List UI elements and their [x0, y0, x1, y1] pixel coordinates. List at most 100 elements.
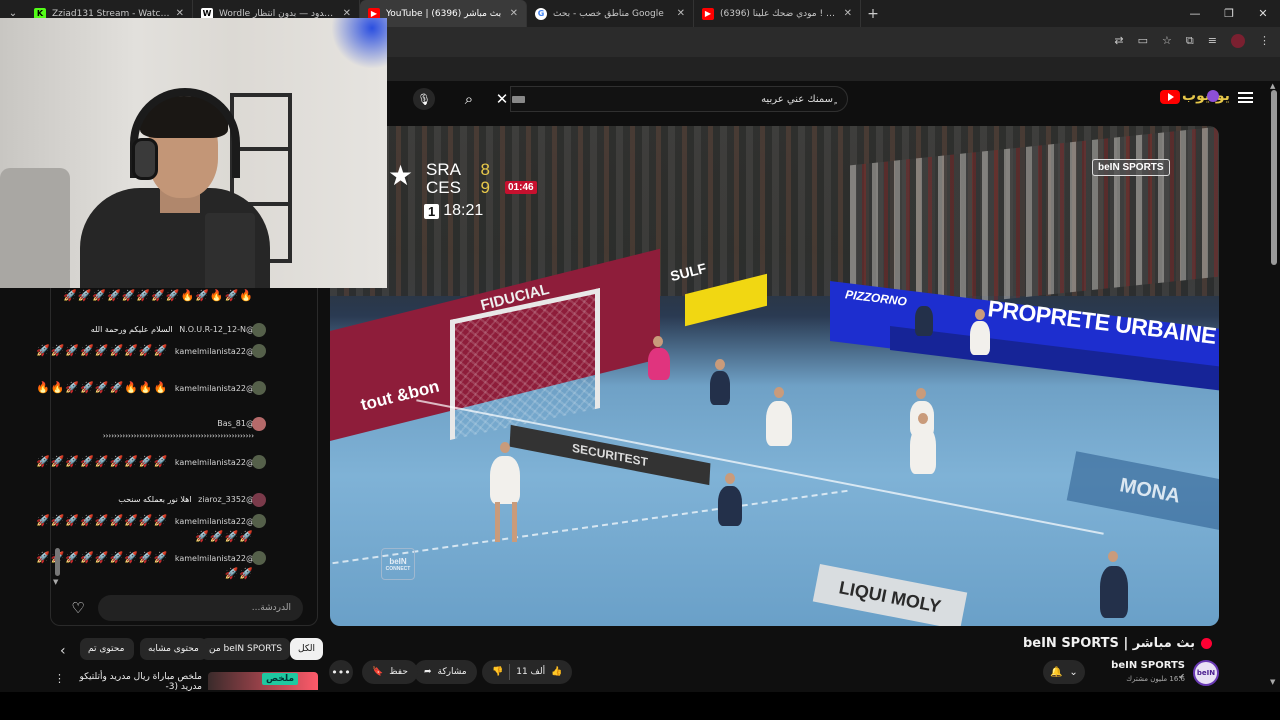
clear-search-icon[interactable]: ✕ [492, 88, 512, 110]
tab-title: (6396) مودي ضحك علينا ! 😂 💗 [720, 8, 838, 19]
chat-avatar[interactable] [252, 514, 266, 528]
player-head [715, 359, 725, 370]
share-icon: ➦ [424, 667, 432, 677]
recommendation-title[interactable]: ملخص مباراة ريال مدريد وأتلتيكو مدريد (3… [62, 672, 202, 694]
close-icon[interactable]: ✕ [844, 8, 852, 19]
browser-menu-icon[interactable]: ⋮ [1259, 34, 1270, 48]
floor-ad-liquimoly: LIQUI MOLY [812, 564, 968, 626]
clock-time: 18:21 [443, 202, 484, 219]
team1-score: 8 [480, 160, 490, 179]
share-label: مشاركة [437, 667, 467, 677]
chevron-left-icon[interactable]: ‹ [60, 643, 66, 659]
chat-message-text: السلام عليكم ورحمة الله [90, 325, 173, 334]
bookmark-star-icon[interactable]: ☆ [1162, 34, 1172, 48]
chat-message: @kamelmilanista22 🚀🚀🚀🚀🚀🚀🚀🚀🚀 [28, 343, 266, 359]
search-icon[interactable]: ⌕ [456, 86, 482, 112]
chat-message: @kamelmilanista22 🚀🚀🚀🚀🚀🚀🚀🚀🚀🚀🚀 [28, 550, 266, 582]
chat-username[interactable]: @kamelmilanista22 [175, 384, 254, 393]
player-dark-far [915, 306, 933, 336]
close-icon[interactable]: ✕ [677, 8, 685, 19]
chat-avatar[interactable] [252, 381, 266, 395]
chat-message-text: 🔥🔥🔥🚀🚀🚀🚀🔥🔥 [36, 381, 169, 394]
bookmarks-bar [387, 57, 1280, 81]
microphone-icon [205, 213, 255, 288]
chat-avatar[interactable] [252, 551, 266, 565]
chat-username[interactable]: @ziaroz_3352 [198, 495, 254, 504]
minimize-button[interactable]: — [1178, 0, 1212, 27]
player-dark-foreground [1100, 566, 1128, 618]
player-head [916, 388, 926, 399]
chat-username[interactable]: @kamelmilanista22 [175, 458, 254, 467]
maximize-button[interactable]: ❐ [1212, 0, 1246, 27]
chat-input[interactable]: الدردشة... [98, 595, 303, 621]
extensions-icon[interactable]: ⧉ [1186, 34, 1194, 48]
save-button[interactable]: 🔖 حفظ [362, 660, 418, 684]
new-tab-button[interactable]: + [861, 6, 885, 22]
close-window-button[interactable]: ✕ [1246, 0, 1280, 27]
search-input[interactable]: ٍسمنك عني عربيه [510, 86, 848, 112]
player-dark [710, 371, 730, 405]
chat-avatar[interactable] [252, 417, 266, 431]
chip-watched[interactable]: محتوى تم [80, 638, 134, 660]
chat-username[interactable]: @kamelmilanista22 [175, 347, 254, 356]
page-scrollbar[interactable] [1271, 90, 1277, 265]
video-player[interactable]: PROPRETE URBAINE PIZZORNO FIDUCIAL SULF … [330, 126, 1219, 626]
save-label: حفظ [389, 667, 408, 677]
subscribe-bell-button[interactable]: 🔔 ⌄ [1043, 660, 1085, 684]
chip-all[interactable]: الكل [290, 638, 324, 660]
player-head [918, 413, 928, 424]
voice-search-icon[interactable]: 🎙 [413, 88, 435, 110]
chat-username[interactable]: @N.O.U.R-12_12-N [179, 325, 254, 334]
scroll-down-icon[interactable]: ▼ [53, 578, 58, 586]
chat-avatar[interactable] [252, 344, 266, 358]
profile-avatar[interactable] [1231, 34, 1245, 48]
browser-tab-youtube-2[interactable]: ▶ (6396) مودي ضحك علينا ! 😂 💗 ✕ [694, 0, 861, 27]
chat-username[interactable]: @kamelmilanista22 [175, 554, 254, 563]
channel-name-text[interactable]: beIN SPORTS [1111, 660, 1185, 671]
chip-from-channel[interactable]: من beIN SPORTS [201, 638, 291, 660]
goalkeeper-player [648, 348, 670, 380]
keyboard-icon[interactable] [512, 96, 525, 103]
player-head [653, 336, 663, 347]
youtube-logo-icon[interactable] [1160, 90, 1180, 104]
chat-username[interactable]: @kamelmilanista22 [175, 517, 254, 526]
share-button[interactable]: ➦ مشاركة [414, 660, 477, 684]
like-count[interactable]: 11 ألف [516, 667, 545, 677]
chat-scrollbar[interactable] [55, 548, 60, 576]
chat-avatar[interactable] [252, 493, 266, 507]
cast-icon[interactable]: ▭ [1138, 34, 1148, 48]
translate-icon[interactable]: ⇄ [1114, 34, 1123, 48]
youtube-wordmark[interactable]: يوتيوب [1182, 88, 1230, 104]
gaming-chair [0, 168, 70, 288]
tab-title: مناطق خصب - بحث Google [553, 8, 664, 19]
menu-icon[interactable] [1238, 92, 1253, 103]
suspension-timer: 01:46 [505, 181, 537, 194]
more-actions-button[interactable]: ••• [329, 660, 353, 684]
tab-title: YouTube | بث مباشر (6396) [386, 8, 502, 19]
dislike-icon[interactable]: 👎 [492, 667, 503, 677]
chat-avatar[interactable] [252, 323, 266, 337]
chat-avatar[interactable] [252, 455, 266, 469]
youtube-icon: ▶ [702, 7, 714, 20]
tab-title: Wordle بلا حدود — بدون انتظار [219, 8, 337, 19]
more-vert-icon[interactable]: ⋮ [54, 672, 65, 685]
tab-title: Zziad131 Stream - Watch Live o [52, 8, 170, 19]
chat-input-row: ♡ ☺ الدردشة... [50, 592, 318, 626]
chat-message: @kamelmilanista22 🚀🚀🚀🚀🚀🚀🚀🚀🚀 [28, 454, 266, 470]
bookmark-icon: 🔖 [372, 667, 384, 677]
browser-tab-google[interactable]: G مناطق خصب - بحث Google ✕ [527, 0, 694, 27]
player-white-far [970, 321, 990, 355]
floor-ad-mona: MONA [1066, 451, 1219, 531]
scoreboard: SRA 8 CES 9 [426, 161, 490, 197]
heart-icon[interactable]: ♡ [68, 598, 88, 618]
media-icon[interactable]: ≡ [1208, 34, 1217, 48]
scroll-up-icon[interactable]: ▲ [1270, 82, 1275, 90]
light-flare [330, 18, 387, 68]
player-white-20 [490, 456, 520, 504]
channel-avatar[interactable]: beIN [1193, 660, 1219, 686]
chip-related[interactable]: محتوى مشابه [140, 638, 207, 660]
close-icon[interactable]: ✕ [510, 8, 518, 19]
chat-username[interactable]: @Bas_81 [217, 419, 254, 428]
like-icon[interactable]: 👍 [551, 667, 562, 677]
scroll-down-icon[interactable]: ▼ [1270, 678, 1275, 686]
